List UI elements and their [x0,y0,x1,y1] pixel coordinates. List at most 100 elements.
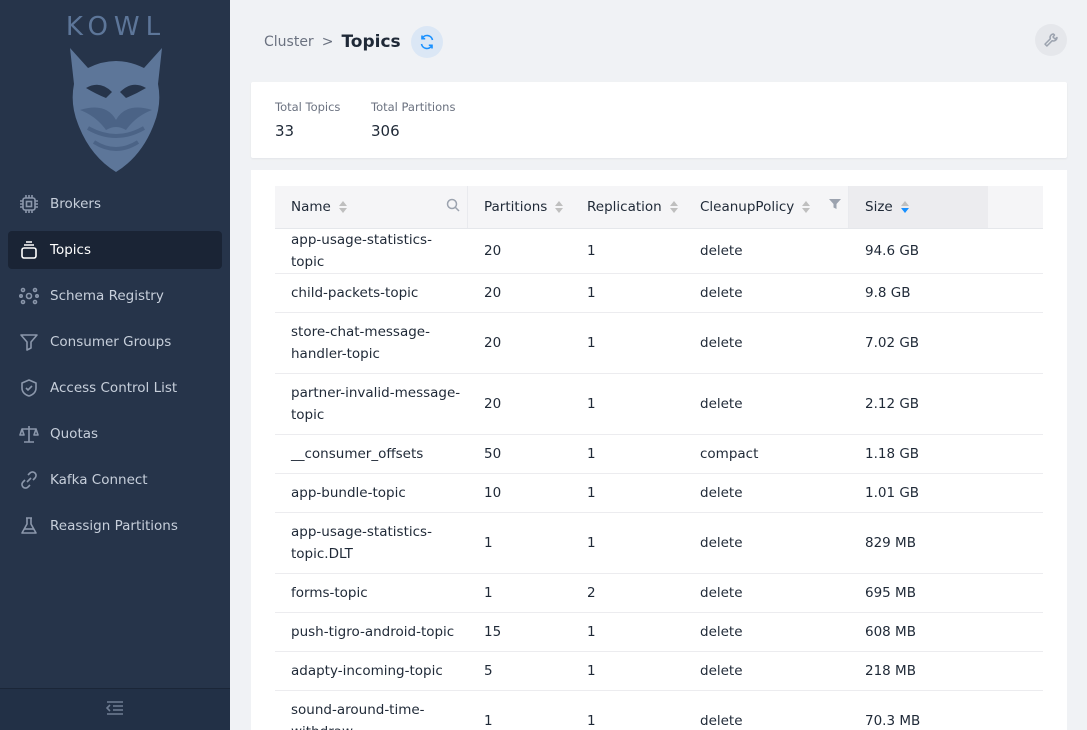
sidebar-item-reassign-partitions[interactable]: Reassign Partitions [8,507,222,545]
table-row[interactable]: __consumer_offsets 50 1 compact 1.18 GB [275,434,1043,474]
stat-label: Total Partitions [371,100,456,114]
settings-button[interactable] [1035,24,1067,56]
row-actions [988,512,1043,574]
sort-icon [555,200,564,213]
row-actions [988,573,1043,613]
sidebar-item-brokers[interactable]: Brokers [8,185,222,223]
column-header-label: Partitions [484,198,548,215]
sidebar-item-label: Reassign Partitions [50,518,178,534]
column-header-partitions[interactable]: Partitions [468,186,571,229]
search-icon[interactable] [446,198,460,216]
table-row[interactable]: app-bundle-topic 10 1 delete 1.01 GB [275,473,1043,513]
column-header-size[interactable]: Size [849,186,988,229]
topic-replication: 1 [571,373,684,435]
table-row[interactable]: adapty-incoming-topic 5 1 delete 218 MB [275,651,1043,691]
sidebar-item-access-control-list[interactable]: Access Control List [8,369,222,407]
topic-partitions: 20 [468,228,571,274]
topic-replication: 1 [571,312,684,374]
sort-icon [338,200,347,213]
table-row[interactable]: app-usage-statistics-topic.DLT 1 1 delet… [275,512,1043,574]
sidebar-item-quotas[interactable]: Quotas [8,415,222,453]
topics-table: Name Partitions Replication CleanupPolic… [275,186,1043,730]
refresh-button[interactable] [410,26,443,58]
stat-value: 306 [371,122,400,140]
table-row[interactable]: child-packets-topic 20 1 delete 9.8 GB [275,273,1043,313]
collection-icon [18,239,40,261]
sidebar-item-label: Topics [50,242,91,258]
filter-icon[interactable] [829,198,841,214]
column-header-label: CleanupPolicy [700,198,795,215]
topic-replication: 1 [571,651,684,691]
table-row[interactable]: partner-invalid-message-topic 20 1 delet… [275,373,1043,435]
table-row[interactable]: forms-topic 1 2 delete 695 MB [275,573,1043,613]
sidebar-item-label: Quotas [50,426,99,442]
topic-cleanup-policy: delete [684,228,849,274]
topic-replication: 2 [571,573,684,613]
row-actions [988,612,1043,652]
sidebar: KOWL Brokers Topics Schema Registry Cons… [0,0,230,730]
wrench-icon [1044,33,1058,47]
topic-size: 2.12 GB [849,373,988,435]
stat-label: Total Topics [275,100,341,114]
column-header-replication[interactable]: Replication [571,186,684,229]
column-header-name[interactable]: Name [275,186,468,229]
topic-replication: 1 [571,690,684,730]
table-row[interactable]: store-chat-message-handler-topic 20 1 de… [275,312,1043,374]
topic-partitions: 1 [468,512,571,574]
sidebar-item-consumer-groups[interactable]: Consumer Groups [8,323,222,361]
topic-name: child-packets-topic [275,273,468,313]
topic-replication: 1 [571,228,684,274]
topic-name: app-usage-statistics-topic [275,228,468,274]
sort-icon [669,200,678,213]
topic-partitions: 1 [468,690,571,730]
topic-cleanup-policy: delete [684,612,849,652]
sidebar-item-label: Schema Registry [50,288,164,304]
topic-cleanup-policy: compact [684,434,849,474]
column-header-label: Size [865,198,893,215]
topic-name: store-chat-message-handler-topic [275,312,468,374]
table-row[interactable]: sound-around-time-withdraw 1 1 delete 70… [275,690,1043,730]
sidebar-item-label: Kafka Connect [50,472,148,488]
shield-check-icon [18,377,40,399]
scale-icon [18,423,40,445]
topic-partitions: 1 [468,573,571,613]
topic-size: 9.8 GB [849,273,988,313]
sidebar-item-kafka-connect[interactable]: Kafka Connect [8,461,222,499]
topic-replication: 1 [571,473,684,513]
table-header-row: Name Partitions Replication CleanupPolic… [275,186,1043,229]
sidebar-nav: Brokers Topics Schema Registry Consumer … [8,185,222,553]
topic-cleanup-policy: delete [684,473,849,513]
topic-size: 695 MB [849,573,988,613]
topic-replication: 1 [571,273,684,313]
breadcrumb-cluster-link[interactable]: Cluster [264,34,314,50]
refresh-icon [420,34,433,50]
table-row[interactable]: push-tigro-android-topic 15 1 delete 608… [275,612,1043,652]
topic-cleanup-policy: delete [684,651,849,691]
topic-replication: 1 [571,512,684,574]
topic-cleanup-policy: delete [684,512,849,574]
topic-name: push-tigro-android-topic [275,612,468,652]
menu-collapse-icon [105,700,125,720]
table-row[interactable]: app-usage-statistics-topic 20 1 delete 9… [275,228,1043,274]
stat-value: 33 [275,122,295,140]
topic-partitions: 5 [468,651,571,691]
sidebar-item-topics[interactable]: Topics [8,231,222,269]
topic-cleanup-policy: delete [684,573,849,613]
sidebar-collapse-button[interactable] [0,688,230,730]
topic-partitions: 15 [468,612,571,652]
row-actions [988,312,1043,374]
sidebar-item-label: Access Control List [50,380,178,396]
stats-card: Total Topics 33 Total Partitions 306 [251,82,1067,158]
topic-cleanup-policy: delete [684,373,849,435]
topic-name: adapty-incoming-topic [275,651,468,691]
topic-name: partner-invalid-message-topic [275,373,468,435]
topic-partitions: 50 [468,434,571,474]
row-actions [988,228,1043,274]
row-actions [988,434,1043,474]
column-header-cleanup-policy[interactable]: CleanupPolicy [684,186,849,229]
breadcrumb: Cluster > Topics [264,26,443,58]
cpu-icon [18,193,40,215]
page-title: Topics [341,32,401,52]
row-actions [988,273,1043,313]
sidebar-item-schema-registry[interactable]: Schema Registry [8,277,222,315]
